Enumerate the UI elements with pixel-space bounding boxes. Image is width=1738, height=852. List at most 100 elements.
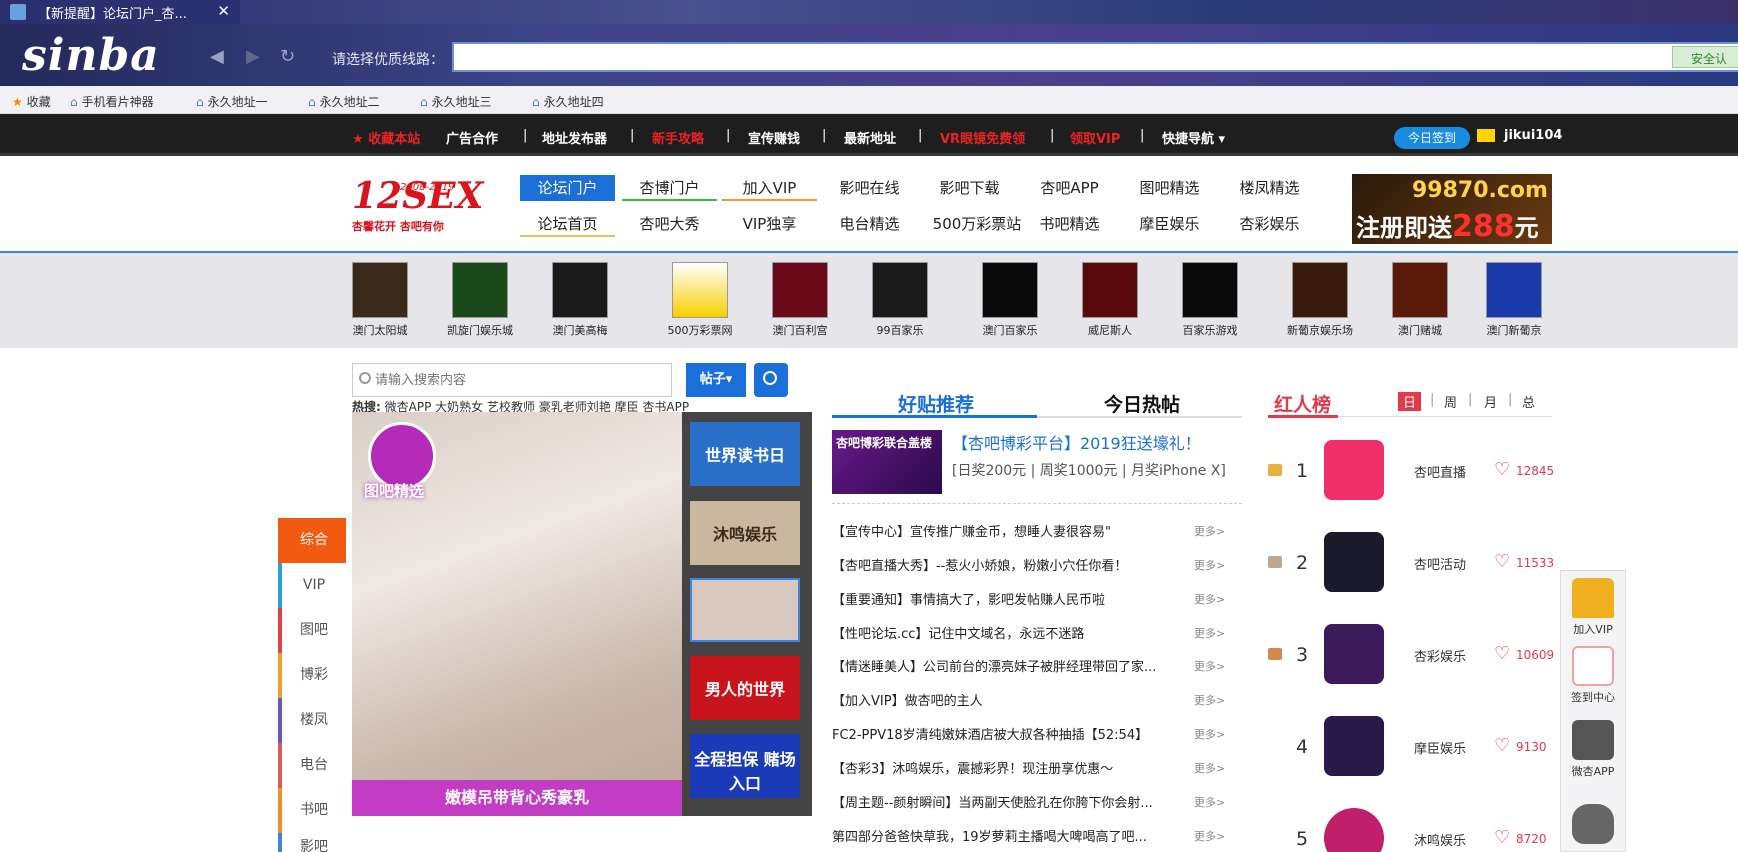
nav-movie-online[interactable]: 影吧在线 xyxy=(822,175,917,201)
casino-link[interactable]: 500万彩票网 xyxy=(650,262,750,338)
news-item[interactable]: 【重要通知】事情搞大了，影吧发帖赚人民币啦 更多> xyxy=(832,589,1242,609)
nav-live-show[interactable]: 杏吧大秀 xyxy=(622,211,717,237)
refresh-icon[interactable]: ↻ xyxy=(280,46,295,67)
casino-link[interactable]: 威尼斯人 xyxy=(1060,262,1160,338)
ranking-row[interactable]: 3 杏彩娱乐 ♡ 10609 xyxy=(1268,622,1554,692)
ranking-row[interactable]: 2 杏吧活动 ♡ 11533 xyxy=(1268,530,1554,600)
more-link[interactable]: 更多> xyxy=(1194,557,1225,573)
promote-earn-link[interactable]: 宣传赚钱 xyxy=(748,128,800,147)
casino-link[interactable]: 澳门太阳城 xyxy=(330,262,430,338)
float-signin-center[interactable]: 签到中心 xyxy=(1562,646,1624,705)
casino-link[interactable]: 凯旋门娱乐城 xyxy=(430,262,530,338)
search-input[interactable] xyxy=(375,364,665,394)
latest-address-link[interactable]: 最新地址 xyxy=(844,128,896,147)
thumbnail[interactable]: 世界读书日 xyxy=(690,422,800,486)
side-tab-betting[interactable]: 博彩 xyxy=(278,653,346,698)
side-tab-loufeng[interactable]: 楼凤 xyxy=(278,698,346,743)
heart-icon[interactable]: ♡ xyxy=(1494,643,1510,664)
site-logo[interactable]: 12SEX 2008-2019 杏馨花开 杏吧有你 xyxy=(352,178,483,240)
rank-name[interactable]: 沐鸣娱乐 xyxy=(1414,830,1466,849)
float-app[interactable]: 微杏APP xyxy=(1562,720,1624,779)
bookmark-favorites[interactable]: ★ 收藏 xyxy=(12,93,51,110)
news-item[interactable]: 【周主题--颜射瞬间】当两副天使脸孔在你胯下你会射... 更多> xyxy=(832,792,1242,812)
bookmark-site-link[interactable]: ★ 收藏本站 xyxy=(352,128,420,147)
nav-join-vip[interactable]: 加入VIP xyxy=(722,175,817,201)
heart-icon[interactable]: ♡ xyxy=(1494,827,1510,848)
ad-cooperation-link[interactable]: 广告合作 xyxy=(446,128,498,147)
forward-icon[interactable]: ▶ xyxy=(246,46,260,67)
casino-link[interactable]: 新葡京娱乐场 xyxy=(1270,262,1370,338)
nav-loufeng-select[interactable]: 楼凤精选 xyxy=(1222,175,1317,201)
ranking-row[interactable]: 5 沐鸣娱乐 ♡ 8720 xyxy=(1268,806,1552,852)
casino-link[interactable]: 百家乐游戏 xyxy=(1160,262,1260,338)
period-day[interactable]: 日 xyxy=(1398,392,1422,411)
bookmark-item[interactable]: ⌂ 永久地址二 xyxy=(308,93,380,110)
bookmark-item[interactable]: ⌂ 永久地址四 xyxy=(532,93,604,110)
bookmark-item[interactable]: ⌂ 永久地址一 xyxy=(196,93,268,110)
float-join-vip[interactable]: 加入VIP xyxy=(1562,578,1624,637)
bookmark-item[interactable]: ⌂ 永久地址三 xyxy=(420,93,492,110)
address-publisher-link[interactable]: 地址发布器 xyxy=(542,128,607,147)
nav-forum-portal[interactable]: 论坛门户 xyxy=(520,175,615,201)
thumbnail[interactable]: 全程担保 赌场入口 xyxy=(690,734,800,798)
tab-recommended-posts[interactable]: 好贴推荐 xyxy=(898,390,974,417)
news-item[interactable]: 【加入VIP】做杏吧的主人 更多> xyxy=(832,690,1242,710)
nav-lottery-site[interactable]: 500万彩票站 xyxy=(922,211,1032,237)
more-link[interactable]: 更多> xyxy=(1194,692,1225,708)
avatar[interactable] xyxy=(1324,440,1384,500)
avatar[interactable] xyxy=(1324,716,1384,776)
side-tab-book[interactable]: 书吧 xyxy=(278,788,346,833)
nav-radio-select[interactable]: 电台精选 xyxy=(822,211,917,237)
nav-mochen-ent[interactable]: 摩臣娱乐 xyxy=(1122,211,1217,237)
more-link[interactable]: 更多> xyxy=(1194,591,1225,607)
bookmark-item[interactable]: ⌂ 手机看片神器 xyxy=(70,93,154,110)
security-badge[interactable]: 安全认 xyxy=(1672,46,1738,68)
ranking-row[interactable]: 1 杏吧直播 ♡ 12845 xyxy=(1268,438,1554,508)
newbie-guide-link[interactable]: 新手攻略 xyxy=(652,128,704,147)
search-type-select[interactable]: 帖子▾ xyxy=(686,363,746,397)
rank-name[interactable]: 摩臣娱乐 xyxy=(1414,738,1466,757)
featured-image[interactable]: 杏吧博彩联合盖楼 xyxy=(832,430,942,494)
nav-forum-home[interactable]: 论坛首页 xyxy=(520,211,615,237)
nav-book-select[interactable]: 书吧精选 xyxy=(1022,211,1117,237)
rank-name[interactable]: 杏吧直播 xyxy=(1414,462,1466,481)
nav-movie-download[interactable]: 影吧下载 xyxy=(922,175,1017,201)
mail-icon[interactable] xyxy=(1477,129,1495,142)
nav-vip-exclusive[interactable]: VIP独享 xyxy=(722,211,817,237)
news-item[interactable]: 【性吧论坛.cc】记住中文域名，永远不迷路 更多> xyxy=(832,623,1242,643)
heart-icon[interactable]: ♡ xyxy=(1494,459,1510,480)
more-link[interactable]: 更多> xyxy=(1194,828,1225,844)
casino-link[interactable]: 澳门美高梅 xyxy=(530,262,630,338)
more-link[interactable]: 更多> xyxy=(1194,658,1225,674)
nav-picture-select[interactable]: 图吧精选 xyxy=(1122,175,1217,201)
close-tab-icon[interactable]: ✕ xyxy=(217,2,230,20)
nav-xingbo-portal[interactable]: 杏博门户 xyxy=(622,175,717,201)
ranking-row[interactable]: 4 摩臣娱乐 ♡ 9130 xyxy=(1268,714,1552,784)
side-tab-movie[interactable]: 影吧 xyxy=(278,833,346,852)
news-item[interactable]: 【杏吧直播大秀】--惹火小娇娘，粉嫩小穴任你看！ 更多> xyxy=(832,555,1242,575)
side-tab-picture[interactable]: 图吧 xyxy=(278,608,346,653)
get-vip-link[interactable]: 领取VIP xyxy=(1070,128,1120,147)
casino-link[interactable]: 澳门赌城 xyxy=(1370,262,1470,338)
news-item[interactable]: 第四部分爸爸快草我，19岁萝莉主播喝大啤喝高了吧... 更多> xyxy=(832,826,1242,846)
period-week[interactable]: 周 xyxy=(1444,392,1457,411)
casino-link[interactable]: 99百家乐 xyxy=(850,262,950,338)
news-item[interactable]: FC2-PPV18岁清纯嫩妹酒店被大叔各种抽插【52:54】 更多> xyxy=(832,724,1242,744)
avatar[interactable] xyxy=(1324,532,1384,592)
avatar[interactable] xyxy=(1324,624,1384,684)
thumbnail[interactable]: 沐鸣娱乐 xyxy=(690,501,800,565)
period-total[interactable]: 总 xyxy=(1522,392,1535,411)
vr-glasses-link[interactable]: VR眼镜免费领 xyxy=(940,128,1025,147)
thumbnail[interactable] xyxy=(690,578,800,642)
period-month[interactable]: 月 xyxy=(1484,392,1497,411)
more-link[interactable]: 更多> xyxy=(1194,523,1225,539)
browser-tab[interactable]: 【新提醒】论坛门户_杏... ✕ xyxy=(0,0,240,24)
daily-signin-button[interactable]: 今日签到 xyxy=(1394,127,1470,149)
float-money[interactable] xyxy=(1562,804,1624,847)
featured-title[interactable]: 【杏吧博彩平台】2019狂送壕礼！ xyxy=(952,430,1201,454)
nav-xingcai-ent[interactable]: 杏彩娱乐 xyxy=(1222,211,1317,237)
news-item[interactable]: 【宣传中心】宣传推广赚金币，想睡人妻很容易" 更多> xyxy=(832,521,1242,541)
heart-icon[interactable]: ♡ xyxy=(1494,551,1510,572)
casino-link[interactable]: 澳门新葡京 xyxy=(1464,262,1564,338)
casino-link[interactable]: 澳门百家乐 xyxy=(960,262,1060,338)
